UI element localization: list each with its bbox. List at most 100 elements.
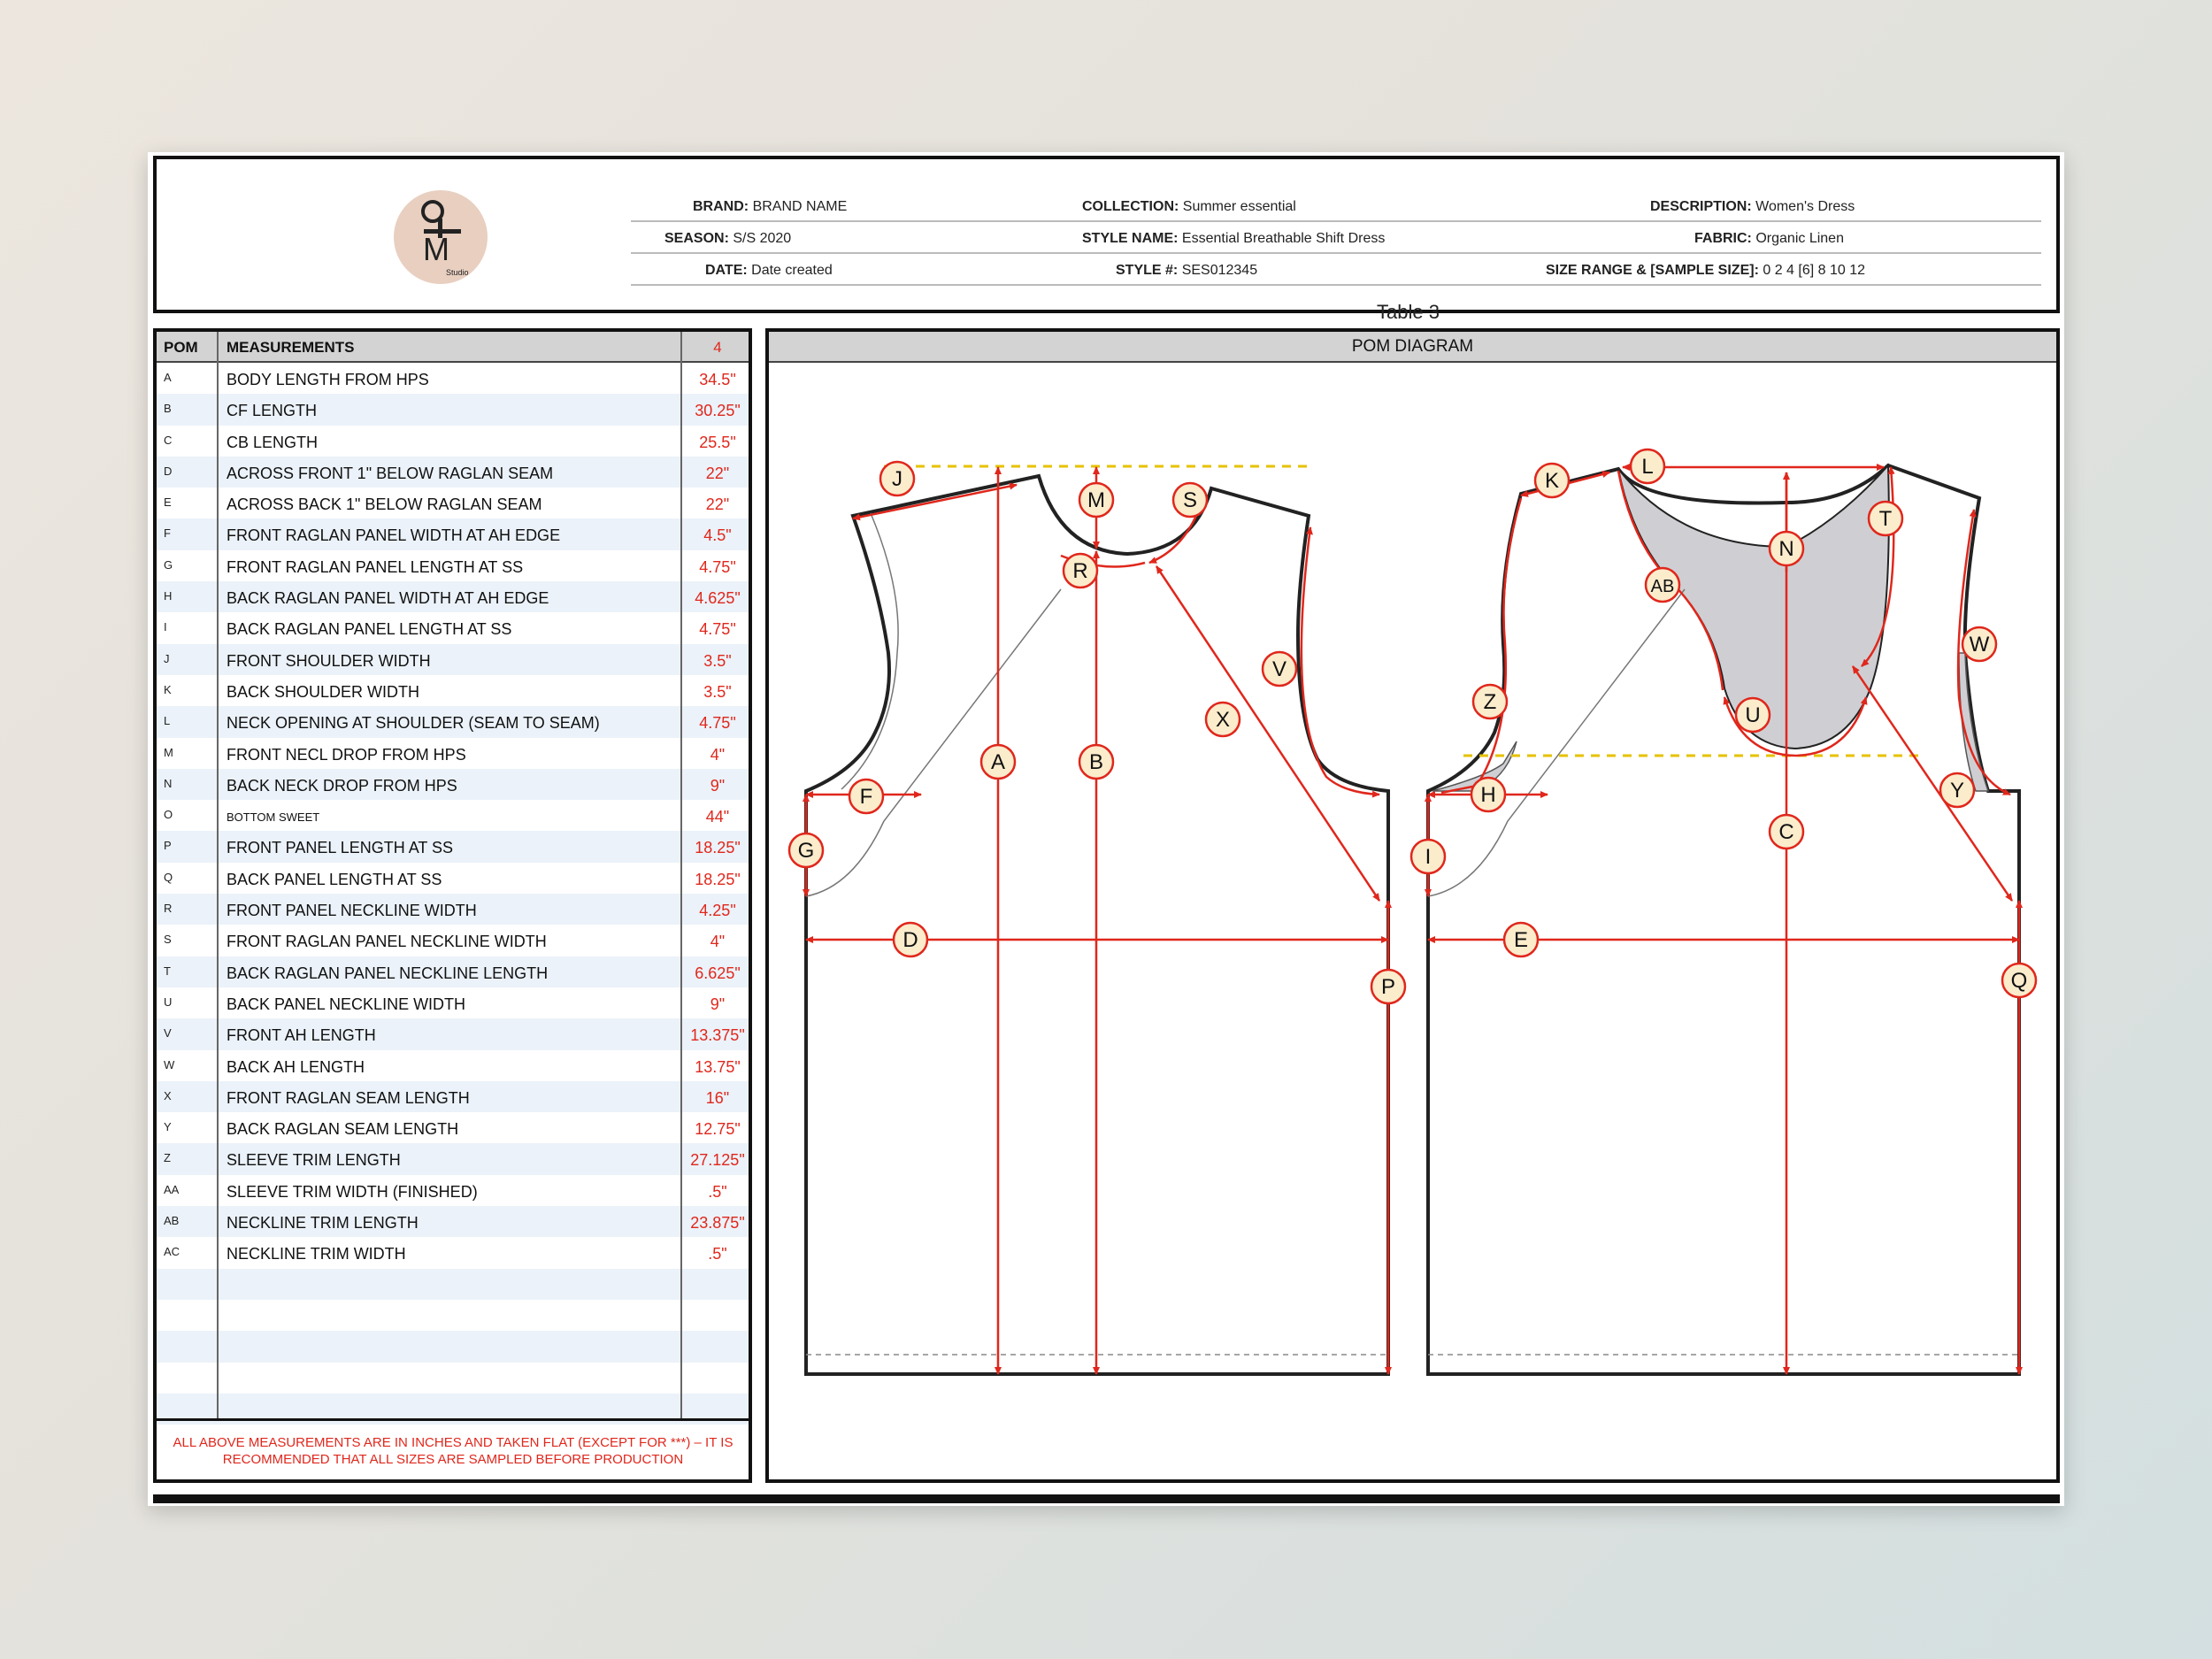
measurement-name: BODY LENGTH FROM HPS [227, 371, 429, 388]
pom-column-header: POM [164, 339, 198, 356]
measurement-value: 30.25" [695, 402, 741, 420]
pom-code: V [164, 1026, 172, 1041]
pom-code: E [164, 495, 172, 510]
pom-code: H [164, 589, 173, 603]
table-row: AB NECKLINE TRIM LENGTH 23.875" [157, 1206, 749, 1238]
pom-marker-label: V [1272, 657, 1286, 681]
pom-code: X [164, 1088, 172, 1102]
measurement-value: 4.625" [695, 589, 741, 608]
table-header: POM MEASUREMENTS 4 [157, 332, 749, 363]
pom-marker-label: P [1381, 975, 1395, 999]
pom-code: T [164, 964, 171, 978]
collection-field: COLLECTION: Summer essential [1082, 199, 1296, 214]
measurement-name: FRONT RAGLAN PANEL WIDTH AT AH EDGE [227, 526, 561, 545]
diagram-title: POM DIAGRAM [769, 332, 2056, 363]
table-row: P FRONT PANEL LENGTH AT SS 18.25" [157, 831, 749, 863]
measurement-value: 9" [710, 776, 726, 795]
pom-marker-x: X [1204, 701, 1241, 738]
table-row: G FRONT RAGLAN PANEL LENGTH AT SS 4.75" [157, 550, 749, 581]
header-row-3: DATE: Date created STYLE #: SES012345 SI… [631, 254, 2041, 286]
measurement-value: 4.75" [699, 714, 736, 733]
table-row [157, 1363, 749, 1394]
season-field: SEASON: S/S 2020 [664, 231, 792, 246]
measurement-value: 18.25" [695, 870, 741, 888]
measurement-name: CB LENGTH [227, 433, 319, 451]
pom-marker-e: E [1502, 921, 1540, 958]
table-row: Q BACK PANEL LENGTH AT SS 18.25" [157, 863, 749, 894]
measurement-table: POM MEASUREMENTS 4 A BODY LENGTH FROM HPS… [153, 328, 752, 1483]
measurement-name: BACK SHOULDER WIDTH [227, 682, 420, 701]
pom-marker-f: F [848, 778, 885, 815]
measurement-value: 4.75" [699, 557, 736, 576]
pom-code: U [164, 995, 173, 1009]
measurement-name: SLEEVE TRIM WIDTH (FINISHED) [227, 1182, 478, 1201]
table-caption: Table 3 [1377, 301, 1440, 323]
measurement-value: 44" [705, 808, 730, 826]
measurement-name: BACK AH LENGTH [227, 1057, 365, 1076]
table-row [157, 1268, 749, 1300]
pom-marker-label: L [1641, 455, 1653, 479]
measurement-value: 4" [710, 933, 726, 951]
pom-marker-label: Z [1484, 690, 1497, 714]
measurement-value: 9" [710, 995, 726, 1013]
measurement-value: 13.375" [690, 1026, 745, 1045]
description-field: DESCRIPTION: Women's Dress [1650, 199, 1855, 214]
pom-marker-label: Q [2011, 969, 2028, 993]
table-row: U BACK PANEL NECKLINE WIDTH 9" [157, 987, 749, 1018]
measurement-name: ACROSS BACK 1" BELOW RAGLAN SEAM [227, 495, 542, 514]
pom-marker-label: M [1087, 488, 1105, 512]
table-row: AA SLEEVE TRIM WIDTH (FINISHED) .5" [157, 1175, 749, 1206]
measurement-name: FRONT NECL DROP FROM HPS [227, 745, 466, 764]
pom-marker-label: X [1216, 708, 1230, 732]
pom-marker-label: E [1514, 928, 1528, 952]
measurement-value: 13.75" [695, 1057, 741, 1076]
pom-marker-label: K [1545, 469, 1559, 493]
table-row [157, 1331, 749, 1363]
pom-code: A [164, 371, 172, 384]
pom-marker-label: D [902, 928, 918, 952]
pom-code: Z [164, 1151, 171, 1165]
pom-code: J [164, 651, 170, 665]
table-row: S FRONT RAGLAN PANEL NECKLINE WIDTH 4" [157, 925, 749, 956]
table-row: Y BACK RAGLAN SEAM LENGTH 12.75" [157, 1112, 749, 1143]
pom-diagram-panel: POM DIAGRAM J M S R V A B X F G D P K L … [765, 328, 2060, 1483]
pom-marker-k: K [1533, 462, 1571, 499]
pom-marker-w: W [1961, 626, 1998, 663]
measurement-name: FRONT AH LENGTH [227, 1026, 376, 1045]
table-row: AC NECKLINE TRIM WIDTH .5" [157, 1237, 749, 1268]
pom-marker-q: Q [2001, 962, 2038, 999]
pom-code: AB [164, 1214, 180, 1228]
pom-code: L [164, 714, 171, 728]
pom-code: F [164, 526, 171, 541]
pom-marker-label: A [991, 750, 1005, 774]
pom-code: M [164, 745, 173, 759]
measurement-name: FRONT RAGLAN PANEL LENGTH AT SS [227, 557, 524, 576]
measurement-value: 12.75" [695, 1120, 741, 1139]
measurement-name: CF LENGTH [227, 402, 318, 420]
footer-rule [153, 1494, 2060, 1503]
pom-code: P [164, 839, 172, 853]
pom-code: I [164, 620, 167, 634]
pom-marker-label: G [798, 839, 815, 863]
table-row [157, 1300, 749, 1331]
pom-code: AC [164, 1245, 180, 1259]
brand-logo: M Studio [394, 190, 488, 284]
measurement-value: 23.875" [690, 1214, 745, 1233]
measurement-value: 4" [710, 745, 726, 764]
pom-marker-c: C [1768, 813, 1805, 850]
pom-marker-label: J [892, 467, 902, 491]
table-row: T BACK RAGLAN PANEL NECKLINE LENGTH 6.625" [157, 956, 749, 987]
table-row: B CF LENGTH 30.25" [157, 394, 749, 426]
table-row: X FRONT RAGLAN SEAM LENGTH 16" [157, 1080, 749, 1113]
pom-marker-j: J [879, 460, 916, 497]
pom-code: R [164, 902, 173, 916]
size-range-field: SIZE RANGE & [SAMPLE SIZE]: 0 2 4 [6] 8 … [1546, 263, 1866, 278]
table-row: N BACK NECK DROP FROM HPS 9" [157, 768, 749, 801]
pom-marker-label: U [1745, 703, 1760, 727]
measurement-name: BOTTOM SWEET [227, 810, 320, 825]
header-row-1: BRAND: BRAND NAME COLLECTION: Summer ess… [631, 190, 2041, 222]
table-row: F FRONT RAGLAN PANEL WIDTH AT AH EDGE 4.5" [157, 518, 749, 550]
table-row: D ACROSS FRONT 1" BELOW RAGLAN SEAM 22" [157, 456, 749, 488]
measurement-value: 4.5" [703, 526, 732, 545]
measurements-column-header: MEASUREMENTS [227, 339, 355, 356]
